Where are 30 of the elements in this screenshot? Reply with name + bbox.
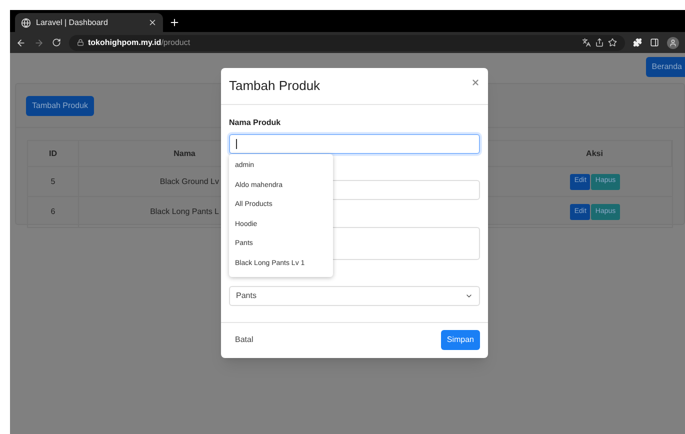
- table-cell: 6: [28, 197, 79, 227]
- modal-title: Tambah Produk: [229, 77, 320, 96]
- table-cell: Black Ground Lv: [160, 176, 219, 188]
- close-icon[interactable]: [148, 18, 157, 27]
- reload-icon[interactable]: [52, 38, 61, 47]
- home-button[interactable]: Beranda: [646, 57, 685, 77]
- category-select[interactable]: Pants: [229, 286, 480, 306]
- table-cell: Black Long Pants L: [150, 206, 219, 218]
- browser-tab[interactable]: Laravel | Dashboard: [15, 13, 163, 32]
- product-name-input[interactable]: [229, 134, 480, 154]
- sidebar-icon[interactable]: [650, 38, 659, 47]
- back-icon[interactable]: [16, 38, 26, 48]
- column-header: Aksi: [518, 141, 672, 166]
- field-label: Nama Produk: [229, 116, 281, 129]
- star-icon[interactable]: [608, 38, 617, 47]
- url-text: tokohighpom.my.id/product: [88, 36, 190, 48]
- extensions-icon[interactable]: [633, 38, 642, 47]
- forward-icon[interactable]: [34, 38, 44, 48]
- profile-avatar[interactable]: [667, 36, 679, 48]
- column-header: ID: [28, 141, 79, 166]
- table-cell: 5: [28, 167, 79, 196]
- globe-icon: [21, 18, 31, 28]
- cancel-button[interactable]: Batal: [229, 330, 260, 350]
- new-tab-icon[interactable]: [169, 17, 180, 28]
- save-button[interactable]: Simpan: [440, 330, 480, 350]
- lock-icon: [77, 39, 84, 46]
- share-icon[interactable]: [595, 38, 604, 47]
- translate-icon[interactable]: [582, 38, 591, 47]
- add-product-button[interactable]: Tambah Produk: [26, 96, 94, 116]
- address-bar[interactable]: tokohighpom.my.id/product: [69, 34, 625, 50]
